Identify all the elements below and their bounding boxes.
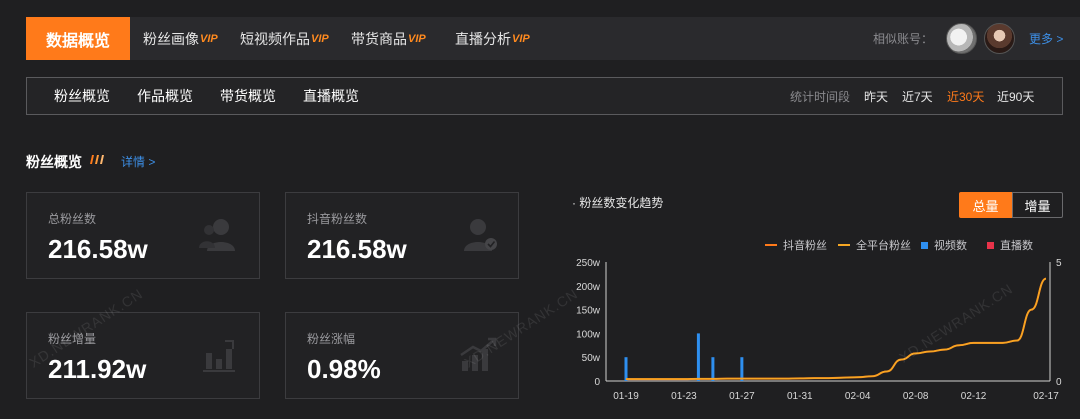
similar-account-avatar[interactable] (984, 23, 1015, 54)
sub-navigation: 粉丝概览 作品概览 带货概览 直播概览 统计时间段 昨天 近7天 近30天 近9… (26, 77, 1063, 115)
bar-growth-icon (203, 340, 235, 372)
more-link[interactable]: 更多 > (1029, 17, 1063, 60)
stat-card-total-fans: 总粉丝数 216.58w (26, 192, 260, 279)
user-check-icon (464, 219, 497, 251)
x-tick-label: 02-17 (1033, 391, 1059, 402)
y-tick-label: 100w (576, 329, 601, 340)
section-decoration-icon (90, 155, 104, 164)
x-tick-label: 01-31 (787, 391, 813, 402)
legend-label: 抖音粉丝 (783, 240, 827, 252)
vip-badge: VIP (408, 32, 426, 45)
x-tick-label: 01-23 (671, 391, 697, 402)
tab-live-analysis[interactable]: 直播分析 VIP (455, 17, 530, 60)
chart-title: · 粉丝数变化趋势 (572, 196, 664, 210)
tab-short-video[interactable]: 短视频作品 VIP (240, 17, 329, 60)
stat-value: 216.58w (307, 234, 407, 264)
x-tick-label: 02-12 (961, 391, 987, 402)
user-group-icon (199, 219, 235, 251)
legend-line-marker (765, 244, 777, 246)
toggle-increment-button[interactable]: 增量 (1012, 192, 1063, 218)
subtab-works-overview[interactable]: 作品概览 (137, 78, 193, 114)
tab-data-overview[interactable]: 数据概览 (26, 17, 130, 60)
similar-accounts-label: 相似账号： (873, 32, 934, 46)
legend-label: 全平台粉丝 (856, 240, 911, 252)
y2-tick-label: 5 (1056, 258, 1062, 269)
time-range-label: 统计时间段 (790, 89, 851, 104)
all-platform-fans-line (626, 277, 1047, 380)
video-count-bar (696, 333, 700, 381)
legend-item-all-platform-fans[interactable]: 全平台粉丝 (838, 238, 911, 252)
legend-label: 直播数 (1000, 240, 1033, 252)
details-link[interactable]: 详情 > (121, 153, 155, 170)
tab-label: 带货商品 (351, 30, 407, 47)
tab-goods[interactable]: 带货商品 VIP (351, 17, 426, 60)
video-count-bar (624, 357, 628, 381)
vip-badge: VIP (311, 32, 329, 45)
y-tick-label: 50w (582, 353, 601, 364)
range-90-days[interactable]: 近90天 (997, 78, 1034, 114)
legend-box-marker (921, 241, 928, 249)
legend-line-marker (838, 244, 850, 246)
tab-fan-portrait[interactable]: 粉丝画像 VIP (143, 17, 218, 60)
toggle-total-button[interactable]: 总量 (959, 192, 1012, 218)
stat-card-douyin-fans: 抖音粉丝数 216.58w (285, 192, 519, 279)
legend-item-video-count[interactable]: 视频数 (921, 238, 967, 252)
x-tick-label: 01-27 (729, 391, 755, 402)
subtab-fans-overview[interactable]: 粉丝概览 (54, 78, 110, 114)
range-7-days[interactable]: 近7天 (902, 78, 933, 114)
legend-label: 视频数 (934, 240, 967, 252)
stat-value: 0.98% (307, 354, 381, 384)
stat-value: 216.58w (48, 234, 148, 264)
vip-badge: VIP (512, 32, 530, 45)
page: 数据概览 粉丝画像 VIP 短视频作品 VIP 带货商品 VIP 直播分析 VIP 相似… (0, 0, 1080, 419)
tab-label: 短视频作品 (240, 30, 310, 47)
x-tick-label: 01-19 (613, 391, 639, 402)
legend-item-live-count[interactable]: 直播数 (987, 238, 1033, 252)
video-count-bar (711, 357, 715, 381)
similar-account-avatar[interactable] (946, 23, 977, 54)
x-tick-label: 02-08 (903, 391, 929, 402)
x-tick-label: 02-04 (845, 391, 871, 402)
range-30-days[interactable]: 近30天 (947, 78, 984, 114)
fan-trend-chart: 0 50w 100w 150w 200w 250w 0 5 01-19 01-23 01-27 01-… (576, 258, 1062, 402)
tab-label: 直播分析 (455, 30, 511, 47)
section-title: 粉丝概览 (26, 154, 82, 170)
y-tick-label: 200w (576, 282, 601, 293)
chart-title-text: 粉丝数变化趋势 (579, 196, 664, 210)
video-count-bar (740, 357, 744, 381)
y-tick-label: 150w (576, 306, 601, 317)
range-yesterday[interactable]: 昨天 (864, 78, 888, 114)
stat-label: 抖音粉丝数 (307, 212, 368, 226)
legend-box-marker (987, 241, 994, 249)
y2-tick-label: 0 (1056, 377, 1062, 388)
stat-label: 总粉丝数 (48, 212, 97, 226)
stat-label: 粉丝涨幅 (307, 332, 356, 346)
y-tick-label: 0 (594, 377, 600, 388)
subtab-live-overview[interactable]: 直播概览 (303, 78, 359, 114)
legend-item-douyin-fans[interactable]: 抖音粉丝 (765, 238, 827, 252)
stat-card-fan-increment: 粉丝增量 211.92w (26, 312, 260, 399)
vip-badge: VIP (200, 32, 218, 45)
subtab-sales-overview[interactable]: 带货概览 (220, 78, 276, 114)
stat-value: 211.92w (48, 354, 147, 384)
y-tick-label: 250w (576, 258, 601, 269)
tab-label: 粉丝画像 (143, 30, 199, 47)
douyin-fans-line (626, 277, 1047, 381)
